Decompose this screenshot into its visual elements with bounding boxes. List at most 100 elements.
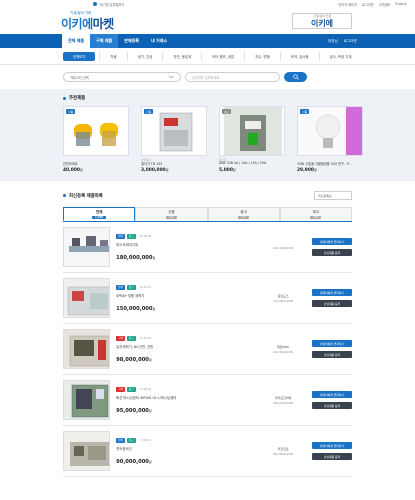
search-button[interactable] xyxy=(284,72,307,82)
condition-tag: 중고 xyxy=(126,335,136,341)
product-image[interactable]: 신품 xyxy=(297,106,363,156)
product-thumbnail[interactable] xyxy=(63,431,111,471)
product-row[interactable]: 판매 중고 22.08.09 파스크제어기계 180,000,000원 010-00… xyxy=(63,222,352,273)
product-name[interactable]: 안전모세트 xyxy=(63,161,129,166)
post-date: 19.03.12 xyxy=(139,285,152,289)
tab-used[interactable]: 중고 577 xyxy=(207,207,280,221)
product-row[interactable]: 구매 중고 17.03.04 입자세척기, NC선반, 선반 98,000,000원… xyxy=(63,324,352,375)
user-name[interactable]: 대표님 xyxy=(328,39,338,44)
recommended-card[interactable]: 신품 산업기계 절삭기 TD 155 3,000,000원 xyxy=(141,106,207,173)
row-product-name[interactable]: 입자세척기, NC선반, 선반 xyxy=(116,344,206,349)
utility-category-link[interactable]: 대기업 분류별보기 xyxy=(100,2,124,7)
condition-tag: 중고 xyxy=(126,386,136,392)
condition-badge: 신품 xyxy=(144,109,154,114)
contact-seller-button[interactable]: 판매자에게 연락하기 xyxy=(312,238,352,245)
row-price: 180,000,000원 xyxy=(116,254,156,261)
tab-all[interactable]: 전체 1,000 xyxy=(63,207,136,221)
product-name[interactable]: DBE 32B 5A / 10A / 15A / 20A xyxy=(219,161,285,166)
add-interest-button[interactable]: 관심제품 등록 xyxy=(312,351,352,358)
logo-text-b: 마켓 xyxy=(92,17,115,31)
add-interest-button[interactable]: 관심제품 등록 xyxy=(312,300,352,307)
product-name[interactable]: 절삭기 TD 155 xyxy=(141,161,207,166)
product-image[interactable]: 신품 xyxy=(141,106,207,156)
product-price: 5,000원 xyxy=(219,168,236,173)
seller-name: 우진오토 xyxy=(277,446,289,451)
logo-text-a: 이키에 xyxy=(61,17,93,31)
row-product-name[interactable]: 파스크제어기계 xyxy=(116,242,206,247)
condition-tag: 중고 xyxy=(126,233,136,239)
tab-all-products[interactable]: 전체 제품 xyxy=(62,34,91,48)
support-link[interactable]: 고객센터 xyxy=(379,2,391,7)
product-thumbnail[interactable] xyxy=(63,329,111,369)
product-price: 40,000원 xyxy=(63,168,83,173)
logout-link[interactable]: 로그아웃 xyxy=(362,2,374,7)
tab-my-exchange[interactable]: 내 거래소 xyxy=(145,34,173,48)
add-interest-button[interactable]: 관심제품 등록 xyxy=(312,249,352,256)
search-input[interactable]: 검색어를 입력하세요 xyxy=(185,72,280,82)
category-item[interactable]: 검사, 측정 기계 xyxy=(318,51,362,61)
trade-tag: 판매 xyxy=(116,284,125,290)
washer-image xyxy=(64,279,110,317)
latest-title: 최신등록 제품목록 xyxy=(63,192,103,200)
product-thumbnail[interactable] xyxy=(63,380,111,420)
seller-name: 우라큰코퍼레 xyxy=(274,395,292,400)
language-link[interactable]: English xyxy=(395,2,407,7)
category-item[interactable]: 자전, 응답계 xyxy=(162,51,201,61)
post-date: 17.08.26 xyxy=(139,387,152,391)
product-row[interactable]: 구매 중고 17.08.26 화선 머시닝센터 SIRIUS-UL+/머시닝센터 9… xyxy=(63,375,352,426)
utility-bar: 대기업 분류별보기 관리자 페이지 로그아웃 고객센터 English xyxy=(0,0,415,8)
category-icon xyxy=(93,2,97,6)
machining-center-image xyxy=(64,381,110,419)
tab-new[interactable]: 신품 234 xyxy=(135,207,208,221)
category-all[interactable]: 전체보기 xyxy=(63,51,96,61)
machine-image xyxy=(159,112,193,152)
recommended-section: 추천제품 신품 안전모세트 40,000원 신품 산업기계 절삭기 TD 155… xyxy=(0,89,415,181)
tab-register[interactable]: 판매등록 xyxy=(118,34,145,48)
tab-purchase[interactable]: 구매 제품 xyxy=(90,34,119,48)
main-nav: 전체 제품 구매 제품 판매등록 내 거래소 대표님 로그아웃 xyxy=(0,34,415,48)
seller-phone: 010-0000-0000 xyxy=(273,401,294,405)
product-row[interactable]: 판매 중고 17.05.21 연속장비선 90,000,000원 우진오토 010-0… xyxy=(63,426,352,477)
category-select[interactable]: 카테고리 선택 xyxy=(63,72,181,82)
tab-stock[interactable]: 재고 189 xyxy=(279,207,352,221)
tab-count: 189 xyxy=(310,216,322,219)
sort-select[interactable]: 최신등록순 xyxy=(314,191,352,200)
product-name[interactable]: 15W 고효율 식물생장용 LED 전구 - P... xyxy=(297,161,363,166)
latest-section: 최신등록 제품목록 최신등록순 전체 1,000 신품 234 중고 577 재고 18… xyxy=(0,181,415,477)
add-interest-button[interactable]: 관심제품 등록 xyxy=(312,453,352,460)
contact-seller-button[interactable]: 판매자에게 연락하기 xyxy=(312,289,352,296)
category-item[interactable]: 공기, 진공 xyxy=(126,51,163,61)
partner-banner[interactable]: 기계/설비 전문 이키에 xyxy=(292,13,352,29)
product-image[interactable]: 재고 xyxy=(219,106,285,156)
row-product-name[interactable]: SPRAY 부품 세척기 xyxy=(116,293,206,298)
bullet-icon xyxy=(63,194,66,197)
recommended-title: 추천제품 xyxy=(63,94,415,102)
category-item[interactable]: 차종 xyxy=(99,51,126,61)
product-thumbnail[interactable] xyxy=(63,227,111,267)
category-item[interactable]: 조작, 검사용 xyxy=(279,51,319,61)
row-price: 150,000,000원 xyxy=(116,305,156,312)
category-select-label: 카테고리 선택 xyxy=(70,75,89,80)
nav-logout-link[interactable]: 로그아웃 xyxy=(344,39,357,44)
conveyor-image xyxy=(64,228,110,266)
post-date: 22.08.09 xyxy=(139,234,152,238)
product-row[interactable]: 판매 중고 19.03.12 SPRAY 부품 세척기 150,000,000원 글… xyxy=(63,273,352,324)
site-logo[interactable]: 기계/설비 거래 이키에마켓 xyxy=(61,10,114,32)
contact-seller-button[interactable]: 판매자에게 연락하기 xyxy=(312,442,352,449)
contact-seller-button[interactable]: 판매자에게 연락하기 xyxy=(312,391,352,398)
contact-seller-button[interactable]: 판매자에게 연락하기 xyxy=(312,340,352,347)
recommended-card[interactable]: 신품 15W 고효율 식물생장용 LED 전구 - P... 29,900원 xyxy=(297,106,363,173)
product-thumbnail[interactable] xyxy=(63,278,111,318)
category-item[interactable]: 모터 펌프, 공압 xyxy=(201,51,244,61)
partner-name: 이키에 xyxy=(310,18,334,28)
recommended-card[interactable]: 재고 차단기 DBE 32B 5A / 10A / 15A / 20A 5,00… xyxy=(219,106,285,173)
row-product-name[interactable]: 화선 머시닝센터 SIRIUS-UL+/머시닝센터 xyxy=(116,395,206,400)
admin-link[interactable]: 관리자 페이지 xyxy=(338,2,357,7)
row-product-name[interactable]: 연속장비선 xyxy=(116,446,206,451)
condition-tag: 중고 xyxy=(126,437,136,443)
trade-tag: 구매 xyxy=(116,335,125,341)
recommended-card[interactable]: 신품 안전모세트 40,000원 xyxy=(63,106,129,173)
add-interest-button[interactable]: 관심제품 등록 xyxy=(312,402,352,409)
product-image[interactable]: 신품 xyxy=(63,106,129,156)
category-item[interactable]: 지수, 변형 xyxy=(244,51,280,61)
